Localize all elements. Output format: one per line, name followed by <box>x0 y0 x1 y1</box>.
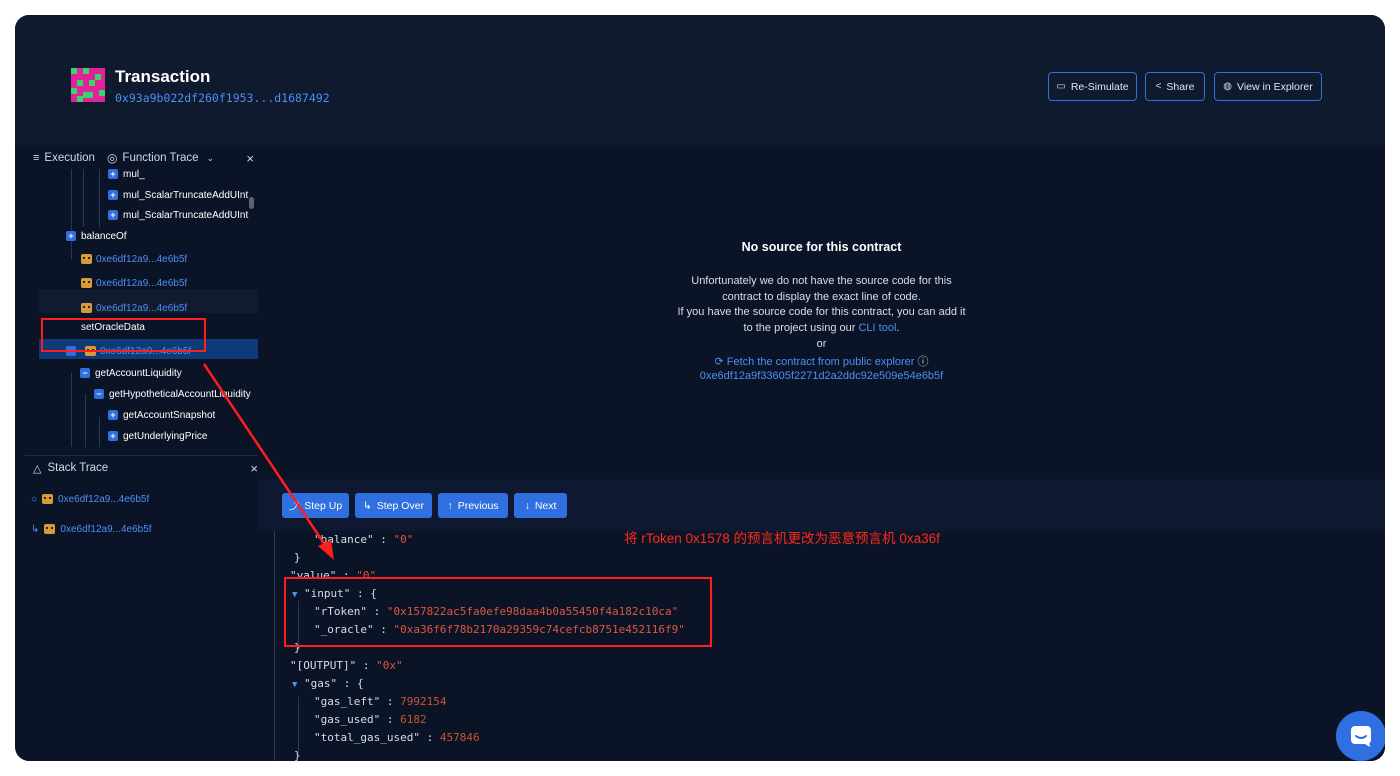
source-panel: No source for this contract Unfortunatel… <box>258 147 1385 479</box>
share-button[interactable]: < Share <box>1145 72 1205 101</box>
json-line: "[OUTPUT]" : "0x" <box>290 659 403 672</box>
expand-icon[interactable]: + <box>108 410 118 420</box>
contract-robot-icon <box>81 303 92 313</box>
contract-robot-icon <box>81 278 92 288</box>
panel-tabs: ≡ Execution ◎ Function Trace ⌄ × <box>25 147 258 169</box>
circle-icon: ○ <box>31 493 38 505</box>
transaction-header: Transaction 0x93a9b022df260f1953...d1687… <box>15 15 1385 145</box>
contract-address-link[interactable]: 0xe6df12a9f33605f2271d2a2ddc92e509e54e6b… <box>258 370 1385 382</box>
function-trace-tree: + mul_ + mul_ScalarTruncateAddUInt + mul… <box>25 169 258 447</box>
expand-icon[interactable]: + <box>108 190 118 200</box>
annotation-text: 将 rToken 0x1578 的预言机更改为恶意预言机 0xa36f <box>624 531 940 546</box>
tree-node-mul[interactable]: + mul_ <box>108 169 145 185</box>
stack-trace-row[interactable]: ↳ 0xe6df12a9...4e6b5f <box>31 520 152 538</box>
step-up-button[interactable]: ⤴ Step Up <box>282 493 349 518</box>
tree-node-mul-scalar[interactable]: + mul_ScalarTruncateAddUInt <box>108 184 248 206</box>
expand-icon[interactable]: + <box>108 210 118 220</box>
tree-node-balance-of[interactable]: + balanceOf <box>66 225 127 247</box>
close-icon[interactable]: × <box>250 461 258 476</box>
globe-icon: ◍ <box>1223 81 1233 92</box>
expand-icon[interactable]: + <box>108 431 118 441</box>
tree-scrollbar[interactable] <box>249 197 254 209</box>
arrow-down-icon: ↓ <box>524 499 530 512</box>
contract-robot-icon <box>44 524 56 534</box>
expand-icon[interactable]: + <box>108 169 118 179</box>
annotation-highlight-box <box>284 577 712 647</box>
no-source-text: If you have the source code for this con… <box>677 306 966 318</box>
stack-trace-row[interactable]: ○ 0xe6df12a9...4e6b5f <box>31 490 149 508</box>
cli-tool-link[interactable]: CLI tool <box>858 322 896 334</box>
page-title: Transaction <box>115 67 211 86</box>
json-line: "gas_used" : 6182 <box>314 713 427 726</box>
tree-node-get-account-snapshot[interactable]: + getAccountSnapshot <box>108 404 215 426</box>
view-in-explorer-button[interactable]: ◍ View in Explorer <box>1214 72 1322 101</box>
no-source-text: to the project using our CLI tool. <box>743 322 900 334</box>
refresh-icon: ⟳ <box>714 356 724 368</box>
return-arrow-icon: ↳ <box>31 523 40 535</box>
json-line[interactable]: ▼ "gas" : { <box>292 677 364 690</box>
re-simulate-button[interactable]: ▭ Re-Simulate <box>1048 72 1137 101</box>
transaction-avatar-icon <box>71 68 105 102</box>
collapse-icon[interactable]: − <box>80 368 90 378</box>
tab-function-trace[interactable]: ◎ Function Trace ⌄ <box>107 151 214 165</box>
chat-button[interactable] <box>1336 711 1385 761</box>
close-icon[interactable]: × <box>246 151 254 166</box>
chevron-down-icon: ⌄ <box>206 152 215 163</box>
json-line: } <box>294 551 301 564</box>
json-line: "total_gas_used" : 457846 <box>314 731 480 744</box>
warning-triangle-icon: △ <box>33 462 42 475</box>
target-icon: ◎ <box>106 151 118 165</box>
no-source-text: Unfortunately we do not have the source … <box>691 275 952 287</box>
info-icon: ⓘ <box>917 356 929 368</box>
tree-node-get-underlying-price[interactable]: + getUnderlyingPrice <box>108 425 208 447</box>
transaction-hash[interactable]: 0x93a9b022df260f1953...d1687492 <box>115 91 330 105</box>
previous-button[interactable]: ↑ Previous <box>438 493 508 518</box>
no-source-text: contract to display the exact line of co… <box>722 291 921 303</box>
expand-icon[interactable]: + <box>66 231 76 241</box>
tree-node-contract[interactable]: 0xe6df12a9...4e6b5f <box>81 248 187 270</box>
tree-node-mul-scalar[interactable]: + mul_ScalarTruncateAddUInt <box>108 204 248 226</box>
stack-trace-header: △ Stack Trace × <box>33 460 258 476</box>
no-source-title: No source for this contract <box>741 240 902 254</box>
tree-node-contract[interactable]: 0xe6df12a9...4e6b5f <box>81 272 187 294</box>
contract-robot-icon <box>42 494 54 504</box>
next-button[interactable]: ↓ Next <box>514 493 567 518</box>
list-icon: ≡ <box>33 152 40 164</box>
annotation-highlight-box <box>41 318 206 352</box>
tree-node-get-hypothetical[interactable]: − getHypotheticalAccountLiquidity <box>94 383 251 405</box>
fetch-contract-link[interactable]: ⟳ Fetch the contract from public explore… <box>258 353 1385 369</box>
collapse-triangle-icon[interactable]: ▼ <box>292 680 297 690</box>
chat-bubble-icon <box>1351 726 1371 747</box>
left-panel: ≡ Execution ◎ Function Trace ⌄ × + mul_ … <box>25 147 258 761</box>
tree-node-get-account-liquidity[interactable]: − getAccountLiquidity <box>80 362 182 384</box>
step-over-button[interactable]: ↳ Step Over <box>355 493 432 518</box>
contract-robot-icon <box>81 254 92 264</box>
step-over-icon: ↳ <box>362 499 372 512</box>
monitor-icon: ▭ <box>1056 81 1066 92</box>
app-window: Transaction 0x93a9b022df260f1953...d1687… <box>15 15 1385 761</box>
step-up-icon: ⤴ <box>288 500 300 512</box>
arrow-up-icon: ↑ <box>447 499 453 512</box>
collapse-icon[interactable]: − <box>94 389 104 399</box>
json-line: "balance" : "0" <box>314 533 414 546</box>
tab-execution[interactable]: ≡ Execution <box>33 152 95 164</box>
no-source-text: or <box>816 338 827 350</box>
json-line: "gas_left" : 7992154 <box>314 695 447 708</box>
json-line: } <box>294 749 301 761</box>
stack-trace-panel: △ Stack Trace × ○ 0xe6df12a9...4e6b5f ↳ … <box>25 455 258 761</box>
share-icon: < <box>1155 81 1162 92</box>
